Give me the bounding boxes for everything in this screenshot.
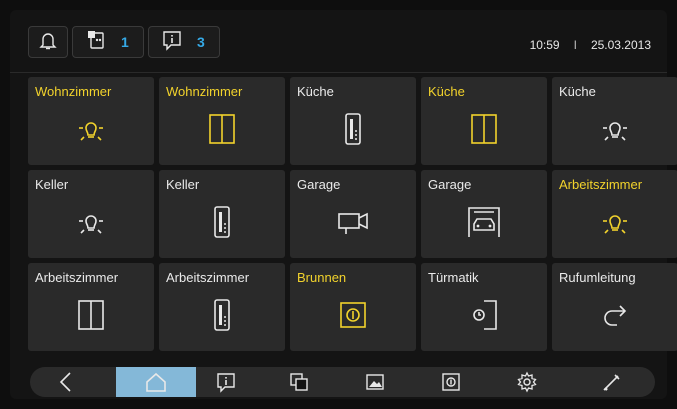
door-timer-icon xyxy=(466,297,502,333)
tile[interactable]: Garage xyxy=(290,170,416,258)
tile[interactable]: Arbeitszimmer xyxy=(552,170,677,258)
tile-label: Wohnzimmer xyxy=(35,84,112,99)
garage-icon xyxy=(466,204,502,240)
nav-back-button[interactable] xyxy=(27,367,107,397)
tile[interactable]: Arbeitszimmer xyxy=(159,263,285,351)
nav-switch-button[interactable] xyxy=(411,367,491,397)
screen: 1 3 10:59 I 25.03.2013 Wohnzimmer Wohnzimm… xyxy=(10,10,677,399)
tile-label: Arbeitszimmer xyxy=(166,270,250,285)
nav-copy-button[interactable] xyxy=(259,367,339,397)
tile[interactable]: Keller xyxy=(159,170,285,258)
clock: 10:59 I 25.03.2013 xyxy=(530,38,651,52)
door-messages-button[interactable]: 1 xyxy=(72,26,144,58)
text-message-count: 3 xyxy=(197,34,205,50)
nav-settings-gear-button[interactable] xyxy=(487,367,567,397)
time: 10:59 xyxy=(529,38,560,52)
tile[interactable]: Wohnzimmer xyxy=(28,77,154,165)
tile[interactable]: Küche xyxy=(290,77,416,165)
bottom-navigation xyxy=(30,367,655,397)
door-message-count: 1 xyxy=(121,34,129,50)
tile-label: Garage xyxy=(428,177,472,192)
message-icon xyxy=(161,29,183,56)
tile[interactable]: Garage xyxy=(421,170,547,258)
blinds-icon xyxy=(466,111,502,147)
copy-icon xyxy=(288,371,310,393)
nav-picture-button[interactable] xyxy=(335,367,415,397)
back-icon xyxy=(57,371,77,393)
nav-message-button[interactable] xyxy=(186,367,266,397)
switch-icon xyxy=(440,371,462,393)
date: 25.03.2013 xyxy=(590,38,651,52)
tile-label: Arbeitszimmer xyxy=(35,270,119,285)
dimmer-icon xyxy=(335,111,371,147)
picture-icon xyxy=(364,371,386,393)
blinds-icon xyxy=(204,111,240,147)
light-icon xyxy=(73,204,109,240)
tile-label: Keller xyxy=(166,177,200,192)
tile-label: Rufumleitung xyxy=(559,270,636,285)
nav-tools-button[interactable] xyxy=(572,367,652,397)
tile[interactable]: Wohnzimmer xyxy=(159,77,285,165)
tools-icon xyxy=(601,371,623,393)
home-icon xyxy=(144,371,168,393)
tile-label: Garage xyxy=(297,177,341,192)
dimmer-icon xyxy=(204,297,240,333)
tile-label: Küche xyxy=(297,84,334,99)
tile[interactable]: Brunnen xyxy=(290,263,416,351)
dimmer-icon xyxy=(204,204,240,240)
tile[interactable]: Arbeitszimmer xyxy=(28,263,154,351)
light-icon xyxy=(597,111,633,147)
switch-icon xyxy=(335,297,371,333)
settings-gear-icon xyxy=(516,371,538,393)
message-icon xyxy=(215,371,237,393)
tile-label: Türmatik xyxy=(428,270,479,285)
tile-label: Brunnen xyxy=(297,270,347,285)
bell-icon xyxy=(37,29,59,56)
notifications-button[interactable] xyxy=(28,26,68,58)
top-bar: 1 3 10:59 I 25.03.2013 xyxy=(10,10,667,73)
tile-label: Arbeitszimmer xyxy=(559,177,643,192)
blinds-icon xyxy=(73,297,109,333)
tile-label: Küche xyxy=(428,84,465,99)
tile-label: Keller xyxy=(35,177,69,192)
light-icon xyxy=(597,204,633,240)
tile[interactable]: Keller xyxy=(28,170,154,258)
door-station-icon xyxy=(85,29,107,56)
separator: I xyxy=(573,38,577,52)
nav-home-button[interactable] xyxy=(116,367,196,397)
light-icon xyxy=(73,111,109,147)
call-forward-icon xyxy=(597,297,633,333)
device-grid: Wohnzimmer Wohnzimmer Küche Küche Küche … xyxy=(28,77,677,351)
tile-label: Wohnzimmer xyxy=(166,84,243,99)
tile[interactable]: Küche xyxy=(421,77,547,165)
tile-label: Küche xyxy=(559,84,596,99)
tile[interactable]: Rufumleitung xyxy=(552,263,677,351)
tile[interactable]: Türmatik xyxy=(421,263,547,351)
text-messages-button[interactable]: 3 xyxy=(148,26,220,58)
camera-icon xyxy=(335,204,371,240)
tile[interactable]: Küche xyxy=(552,77,677,165)
